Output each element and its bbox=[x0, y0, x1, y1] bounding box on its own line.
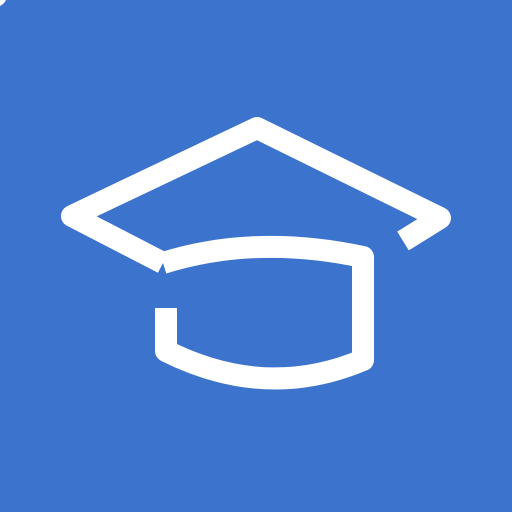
app-icon[interactable] bbox=[0, 0, 512, 512]
graduation-cap-icon bbox=[61, 117, 451, 390]
cap-body bbox=[155, 235, 374, 390]
